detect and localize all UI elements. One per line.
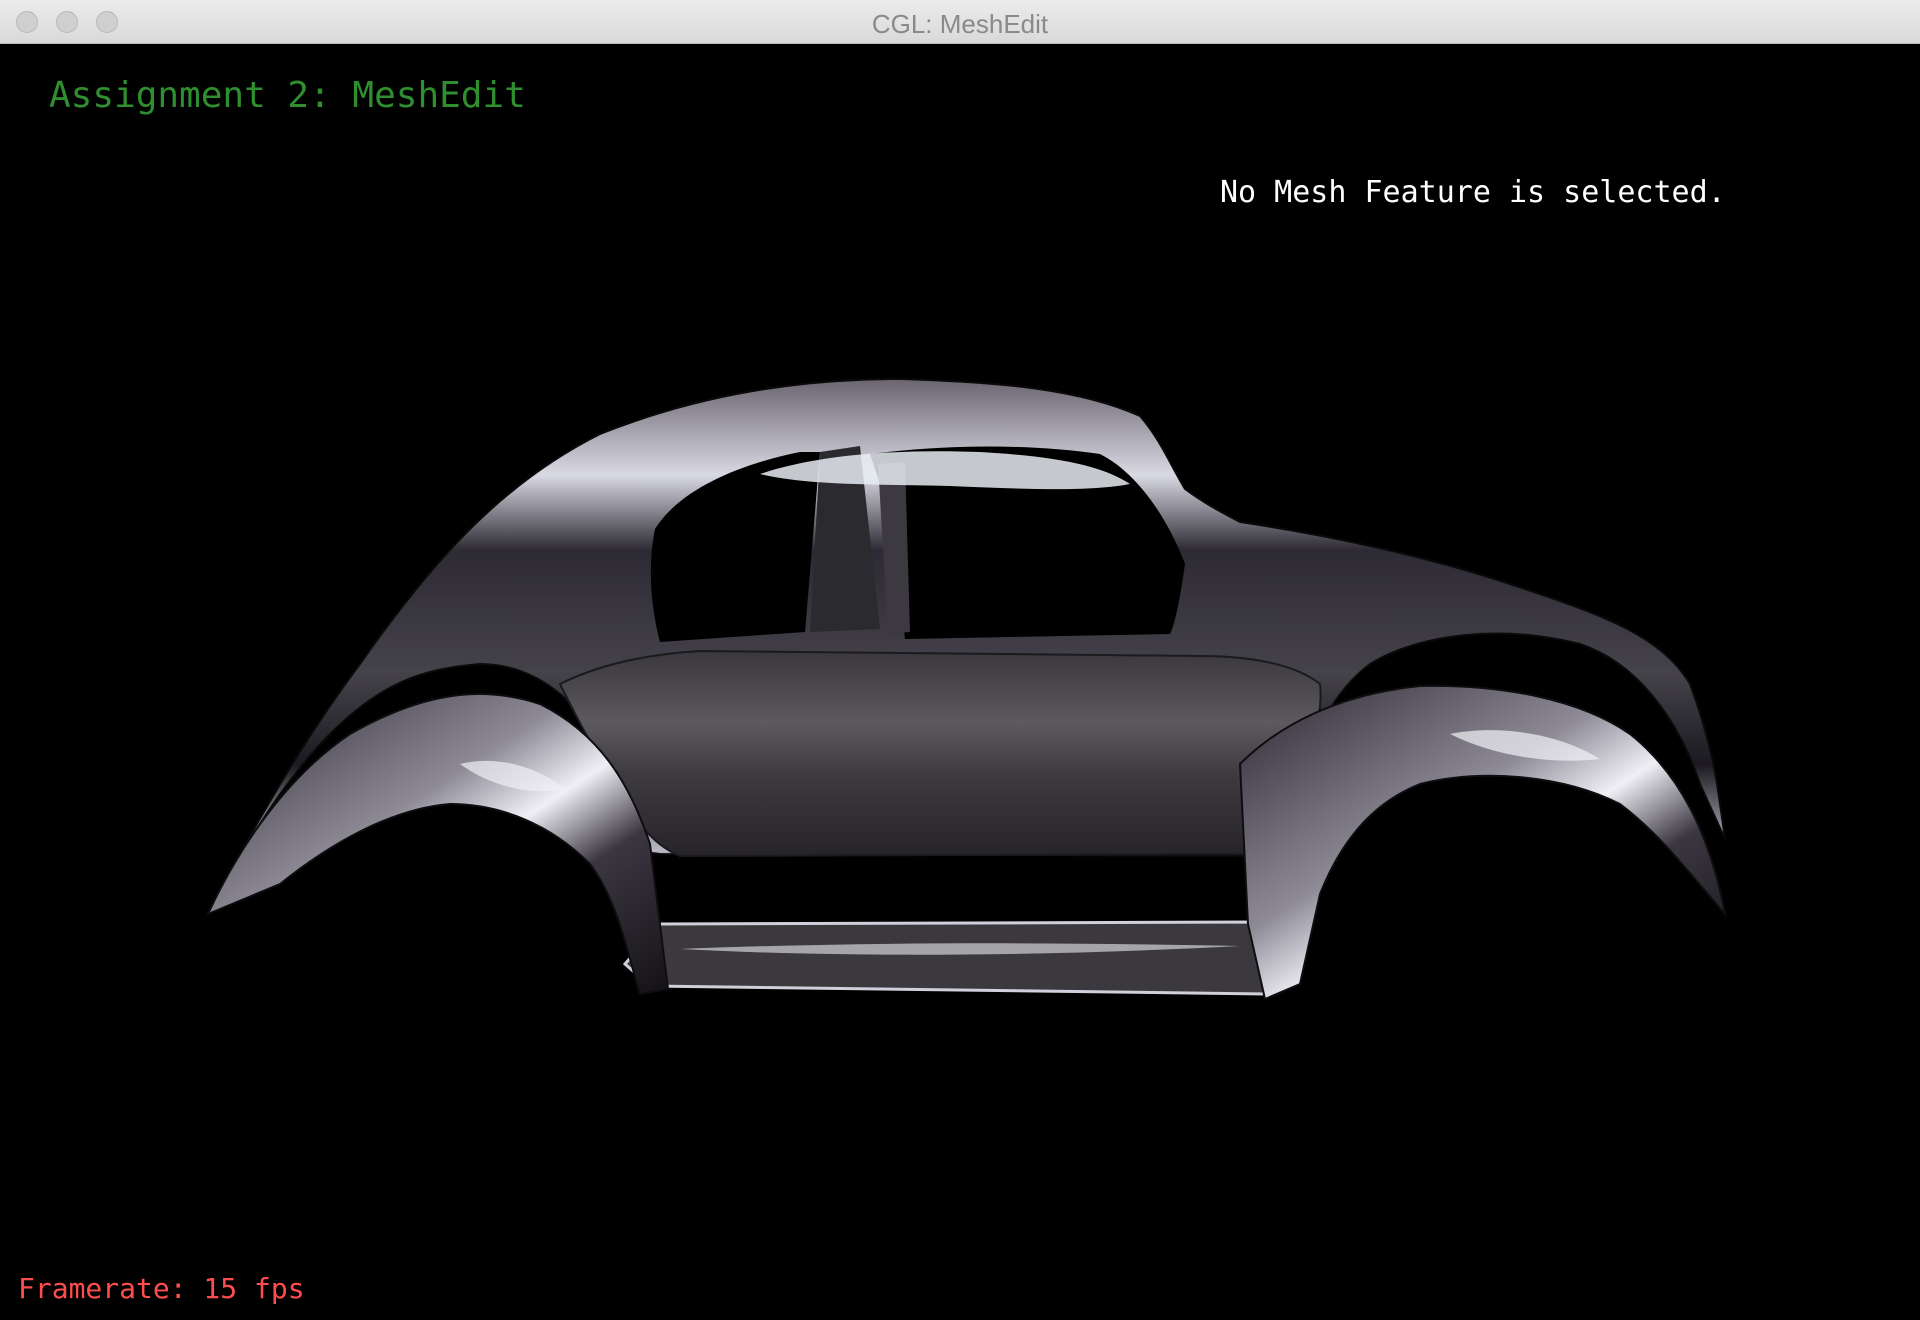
assignment-title: Assignment 2: MeshEdit bbox=[49, 75, 526, 116]
gl-viewport[interactable]: Assignment 2: MeshEdit No Mesh Feature i… bbox=[0, 44, 1920, 1320]
title-bar[interactable]: CGL: MeshEdit bbox=[0, 0, 1920, 44]
door-panel[interactable] bbox=[558, 649, 1322, 858]
car-mesh[interactable] bbox=[0, 44, 1920, 1320]
selection-status: No Mesh Feature is selected. bbox=[1220, 175, 1726, 210]
framerate-readout: Framerate: 15 fps bbox=[18, 1272, 305, 1305]
window-title: CGL: MeshEdit bbox=[871, 9, 1049, 39]
running-board bbox=[622, 920, 1292, 996]
app-window: CGL: MeshEdit Assignment 2: MeshEdit No … bbox=[0, 0, 1920, 1320]
